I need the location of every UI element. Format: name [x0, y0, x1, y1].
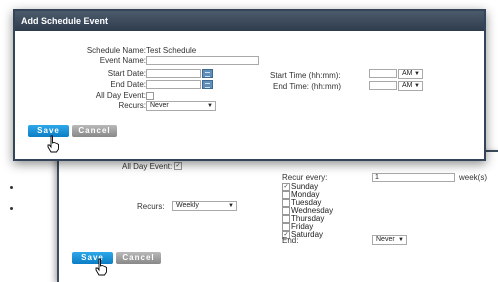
schedule-name-label: Schedule Name:	[86, 46, 146, 55]
all-day-event-checkbox[interactable]	[146, 92, 154, 100]
end-date-input[interactable]	[146, 80, 201, 89]
hand-cursor-icon	[95, 258, 107, 276]
recurs-select[interactable]: Weekly ▼	[172, 201, 237, 211]
recurs-label: Recurs:	[118, 101, 146, 110]
chevron-down-icon: ▼	[414, 83, 420, 89]
weekday-checkbox[interactable]	[282, 223, 290, 231]
weekday-checkbox[interactable]: ✓	[282, 183, 290, 191]
dialog-title: Add Schedule Event	[15, 11, 484, 31]
weekday-checkbox[interactable]	[282, 199, 290, 207]
schedule-name-value: Test Schedule	[146, 46, 197, 55]
chevron-down-icon: ▼	[398, 237, 404, 243]
cancel-button[interactable]: Cancel	[116, 252, 161, 264]
start-date-label: Start Date:	[107, 69, 146, 78]
start-date-input[interactable]	[146, 69, 201, 78]
cancel-button[interactable]: Cancel	[72, 125, 117, 137]
calendar-icon[interactable]	[202, 69, 213, 78]
recur-every-label: Recur every:	[282, 173, 328, 182]
add-schedule-event-dialog: Add Schedule Event Schedule Name: Test S…	[13, 9, 486, 161]
start-time-label: Start Time (hh:mm):	[270, 71, 341, 80]
recur-unit-label: week(s)	[459, 173, 488, 182]
bullet-dot	[10, 207, 13, 210]
weekday-checkbox[interactable]	[282, 207, 290, 215]
event-name-input[interactable]	[146, 56, 259, 65]
chevron-down-icon: ▼	[414, 71, 420, 77]
recurs-select[interactable]: Never ▼	[146, 101, 216, 111]
recurrence-dialog: All Day Event: ✓ Recur every: 1 week(s) …	[57, 150, 498, 282]
hand-cursor-icon	[47, 135, 59, 153]
calendar-icon[interactable]	[202, 80, 213, 89]
all-day-event-checkbox[interactable]: ✓	[174, 162, 182, 170]
all-day-event-label: All Day Event:	[122, 162, 173, 171]
chevron-down-icon: ▼	[207, 103, 213, 109]
weekday-checkbox[interactable]	[282, 191, 290, 199]
recur-every-input[interactable]: 1	[372, 173, 455, 182]
end-select[interactable]: Never ▼	[372, 235, 407, 245]
start-ampm-select[interactable]: AM ▼	[398, 69, 423, 79]
end-time-input[interactable]	[369, 81, 397, 90]
weekday-checkbox[interactable]	[282, 215, 290, 223]
end-date-label: End Date:	[110, 80, 146, 89]
event-name-label: Event Name:	[99, 56, 146, 65]
start-time-input[interactable]	[369, 69, 397, 78]
chevron-down-icon: ▼	[228, 203, 234, 209]
all-day-event-label: All Day Event:	[95, 91, 146, 100]
recurs-label: Recurs:	[137, 202, 165, 211]
end-time-label: End Time: (hh:mm)	[273, 82, 342, 91]
end-label: End:	[282, 236, 299, 245]
end-ampm-select[interactable]: AM ▼	[398, 81, 423, 91]
bullet-dot	[10, 186, 13, 189]
